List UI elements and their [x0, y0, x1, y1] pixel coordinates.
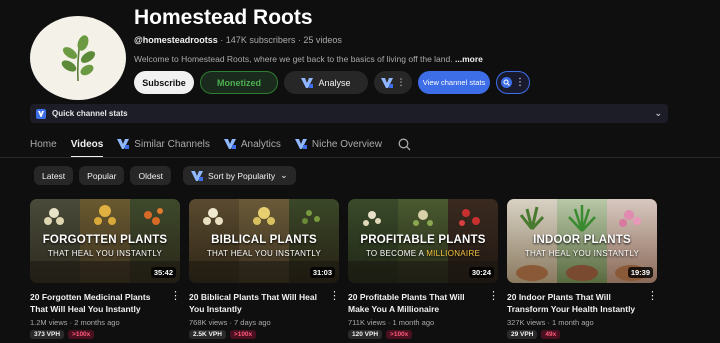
sort-filters: Latest Popular Oldest Sort by Popularity… — [34, 166, 296, 185]
video-duration: 30:24 — [468, 267, 494, 278]
video-duration: 31:03 — [309, 267, 335, 278]
tab-videos[interactable]: Videos — [70, 133, 103, 158]
tab-analytics[interactable]: Analytics — [223, 133, 281, 155]
outlier-badge: >100x — [68, 330, 95, 339]
quick-stats-icon — [36, 108, 46, 119]
video-card[interactable]: INDOOR PLANTS THAT HEAL YOU INSTANTLY 19… — [507, 199, 658, 339]
tab-home[interactable]: Home — [30, 133, 57, 155]
monetized-label: Monetized — [217, 77, 261, 88]
channel-description: Welcome to Homestead Roots, where we get… — [134, 54, 483, 64]
more-vert-icon: ⋮ — [515, 77, 525, 88]
video-card[interactable]: FORGOTTEN PLANTS THAT HEAL YOU INSTANTLY… — [30, 199, 181, 339]
video-card[interactable]: BIBLICAL PLANTS THAT HEAL YOU INSTANTLY … — [189, 199, 340, 339]
thumbnail-title: BIBLICAL PLANTS — [211, 234, 317, 246]
sort-by-popularity-dropdown[interactable]: Sort by Popularity ⌄ — [183, 166, 296, 185]
video-card[interactable]: PROFITABLE PLANTS TO BECOME A MILLIONAIR… — [348, 199, 499, 339]
vidiq-logo-icon — [301, 77, 314, 88]
filter-popular-chip[interactable]: Popular — [79, 166, 125, 185]
video-count: 25 videos — [303, 35, 342, 45]
tab-niche-overview[interactable]: Niche Overview — [294, 133, 382, 155]
outlier-badge: >100x — [229, 330, 257, 339]
channel-actions: Subscribe Monetized Analyse ⋮ View chann… — [134, 71, 530, 94]
chevron-down-icon[interactable]: ⌄ — [654, 108, 662, 119]
thumbnail-title: INDOOR PLANTS — [533, 234, 631, 246]
search-icon[interactable] — [398, 138, 411, 151]
tab-similar-channels[interactable]: Similar Channels — [117, 133, 210, 155]
subscribe-button[interactable]: Subscribe — [134, 71, 194, 94]
extension-icon — [501, 77, 512, 88]
vph-badge: 120 VPH — [348, 330, 383, 339]
channel-handle: @homesteadrootss — [134, 35, 218, 45]
video-title[interactable]: 20 Indoor Plants That Will Transform You… — [507, 291, 647, 315]
subscriber-count: 147K subscribers — [225, 35, 296, 45]
view-channel-stats-button[interactable]: View channel stats — [418, 71, 490, 94]
analyse-button[interactable]: Analyse — [284, 71, 368, 94]
vph-badge: 373 VPH — [30, 330, 65, 339]
video-title[interactable]: 20 Profitable Plants That Will Make You … — [348, 291, 488, 315]
vph-badge: 29 VPH — [507, 330, 538, 339]
video-duration: 19:39 — [627, 267, 653, 278]
thumbnail-title: PROFITABLE PLANTS — [360, 234, 486, 246]
more-vert-icon[interactable]: ⋮ — [488, 291, 499, 315]
channel-meta: @homesteadrootss · 147K subscribers · 25… — [134, 35, 342, 45]
vidiq-logo-icon — [117, 139, 130, 149]
more-vert-icon: ⋮ — [396, 77, 406, 87]
video-badges: 120 VPH >100x — [348, 330, 498, 339]
video-badges: 373 VPH >100x — [30, 330, 180, 339]
more-link[interactable]: ...more — [455, 54, 483, 64]
monetized-button[interactable]: Monetized — [200, 71, 278, 94]
video-thumbnail[interactable]: BIBLICAL PLANTS THAT HEAL YOU INSTANTLY … — [189, 199, 339, 283]
filter-oldest-chip[interactable]: Oldest — [130, 166, 172, 185]
outlier-badge: 49x — [541, 330, 561, 339]
leaf-logo-icon — [61, 35, 96, 82]
vidiq-menu-button[interactable]: ⋮ — [374, 71, 412, 94]
vidiq-logo-icon — [191, 170, 204, 181]
quick-channel-stats-bar[interactable]: Quick channel stats ⌄ — [30, 104, 668, 123]
video-meta: 327K views · 1 month ago — [507, 318, 594, 327]
channel-tabs: Home Videos Similar Channels Analytics N… — [30, 133, 411, 158]
vidiq-logo-icon — [223, 139, 236, 149]
analyse-label: Analyse — [318, 77, 351, 88]
vph-badge: 2.5K VPH — [189, 330, 226, 339]
thumbnail-subtitle: THAT HEAL YOU INSTANTLY — [524, 249, 640, 258]
vidiq-logo-icon — [380, 77, 393, 88]
video-badges: 29 VPH 49x — [507, 330, 657, 339]
video-meta: 768K views · 7 days ago — [189, 318, 271, 327]
filter-latest-chip[interactable]: Latest — [34, 166, 74, 185]
video-grid: FORGOTTEN PLANTS THAT HEAL YOU INSTANTLY… — [30, 199, 658, 339]
channel-avatar[interactable] — [30, 16, 126, 100]
thumbnail-subtitle: THAT HEAL YOU INSTANTLY — [47, 249, 163, 258]
video-title[interactable]: 20 Biblical Plants That Will Heal You In… — [189, 291, 329, 315]
video-meta: 711K views · 1 month ago — [348, 318, 435, 327]
thumbnail-subtitle: TO BECOME A MILLIONAIRE — [365, 249, 481, 258]
chevron-down-icon: ⌄ — [280, 170, 288, 180]
extension-menu-button[interactable]: ⋮ — [496, 71, 530, 94]
tabs-divider — [0, 157, 720, 158]
video-badges: 2.5K VPH >100x — [189, 330, 339, 339]
vidiq-logo-icon — [294, 139, 307, 149]
thumbnail-subtitle: THAT HEAL YOU INSTANTLY — [206, 249, 322, 258]
quick-stats-label: Quick channel stats — [52, 109, 128, 118]
video-meta: 1.2M views · 2 months ago — [30, 318, 120, 327]
video-title[interactable]: 20 Forgotten Medicinal Plants That Will … — [30, 291, 170, 315]
thumbnail-title: FORGOTTEN PLANTS — [42, 234, 168, 246]
more-vert-icon[interactable]: ⋮ — [170, 291, 181, 315]
more-vert-icon[interactable]: ⋮ — [329, 291, 340, 315]
outlier-badge: >100x — [386, 330, 413, 339]
video-thumbnail[interactable]: PROFITABLE PLANTS TO BECOME A MILLIONAIR… — [348, 199, 498, 283]
video-duration: 35:42 — [150, 267, 176, 278]
more-vert-icon[interactable]: ⋮ — [647, 291, 658, 315]
channel-name: Homestead Roots — [134, 6, 313, 29]
video-thumbnail[interactable]: INDOOR PLANTS THAT HEAL YOU INSTANTLY 19… — [507, 199, 657, 283]
video-thumbnail[interactable]: FORGOTTEN PLANTS THAT HEAL YOU INSTANTLY… — [30, 199, 180, 283]
